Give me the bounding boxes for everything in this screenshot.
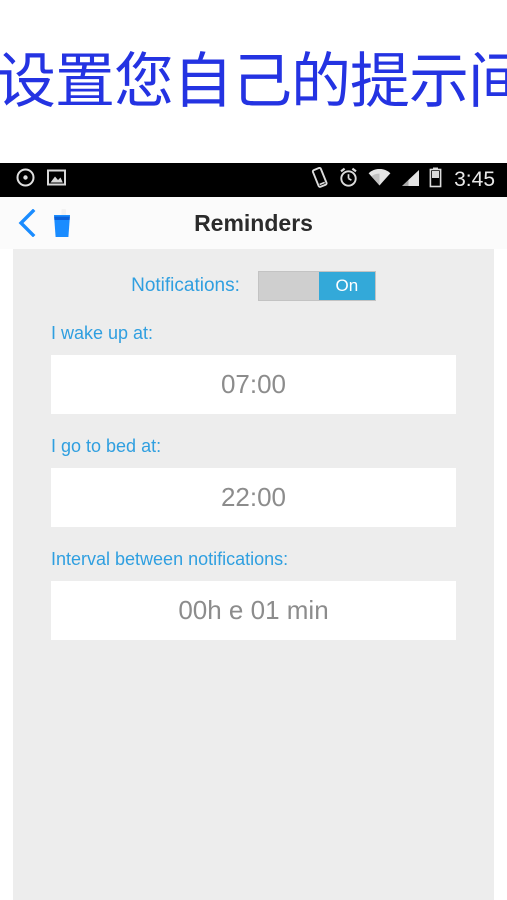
phone-screenshot: 3:45 Reminders Notifications: On I wake … [0,163,507,900]
back-chevron-icon[interactable] [14,208,40,238]
cellular-signal-icon [400,169,420,192]
status-bar-clock: 3:45 [454,168,495,191]
interval-field-group: Interval between notifications: 00h e 01… [51,549,456,640]
water-glass-icon [46,206,76,240]
gallery-image-icon [47,169,66,191]
wake-up-field-group: I wake up at: 07:00 [51,323,456,414]
notifications-toggle-state: On [318,272,375,300]
notifications-label: Notifications: [131,275,240,296]
bed-time-field-group: I go to bed at: 22:00 [51,436,456,527]
notifications-toggle[interactable]: On [257,271,376,301]
record-circle-icon [16,168,35,192]
promo-heading: 设置您自己的提示间隔 [0,47,507,117]
settings-panel: Notifications: On I wake up at: 07:00 I … [13,249,494,900]
vibrate-icon [310,166,329,193]
app-bar: Reminders [0,197,507,249]
wifi-icon [368,168,391,192]
bed-time-input[interactable]: 22:00 [51,468,456,527]
alarm-clock-icon [338,167,359,193]
interval-input[interactable]: 00h e 01 min [51,581,456,640]
battery-icon [429,167,442,193]
status-bar-right-icons: 3:45 [310,166,495,193]
wake-up-label: I wake up at: [51,323,154,343]
status-bar-left-icons [16,168,310,192]
page-title: Reminders [194,209,313,236]
notifications-row: Notifications: On [51,249,456,301]
wake-up-time-input[interactable]: 07:00 [51,355,456,414]
content-area: Notifications: On I wake up at: 07:00 I … [0,249,507,900]
status-bar: 3:45 [0,163,507,197]
bed-time-label: I go to bed at: [51,436,162,456]
interval-label: Interval between notifications: [51,549,289,569]
